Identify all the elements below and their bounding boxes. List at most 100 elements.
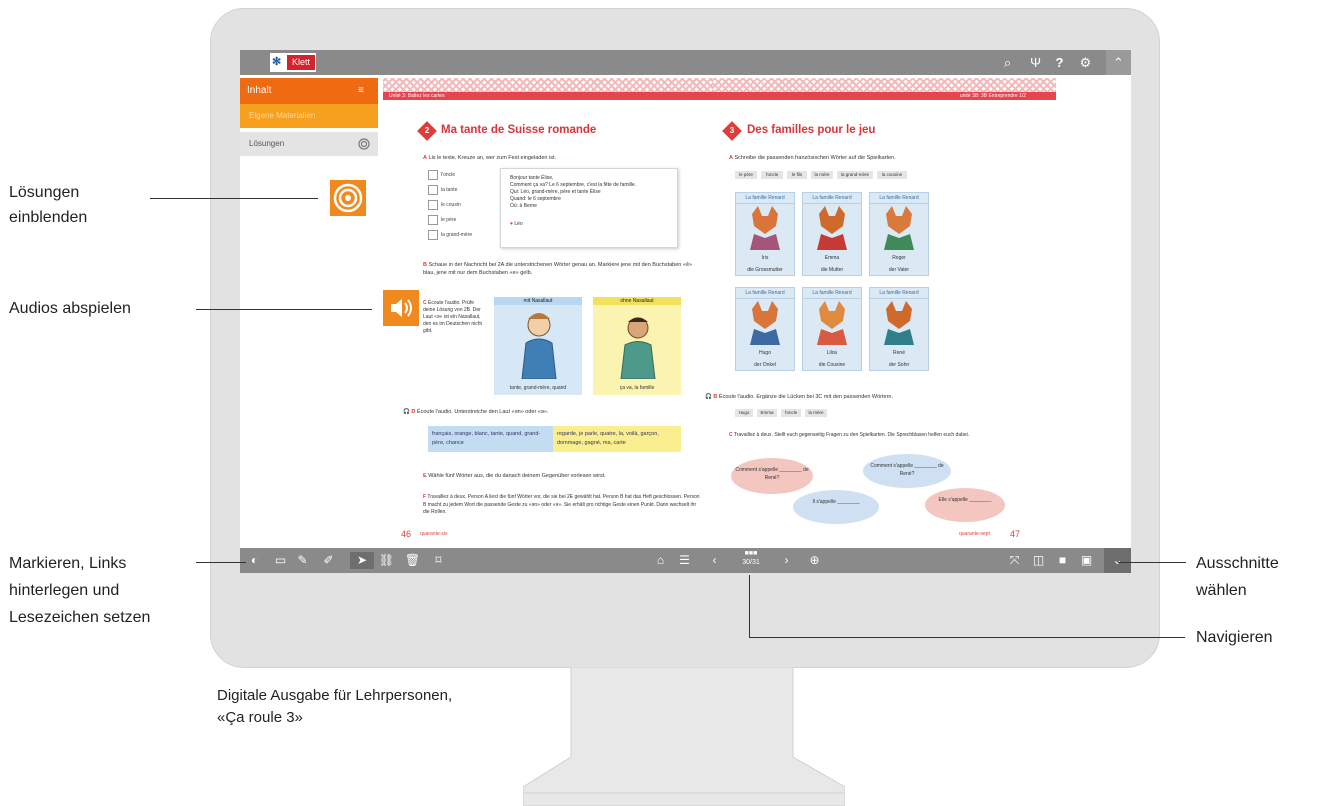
top-toolbar: ✻ Klett ⌕ Ψ ? ⚙ ⌃: [240, 50, 1131, 75]
audio-speaker-icon[interactable]: [383, 290, 419, 326]
caption-line-1: Digitale Ausgabe für Lehrpersonen,: [217, 687, 453, 704]
settings-icon[interactable]: ⚙: [1077, 54, 1094, 71]
word-chip: l'oncle: [761, 171, 783, 179]
klett-wordmark: Klett: [287, 55, 315, 70]
card-name: Emma: [824, 255, 840, 261]
postcard-line: Où: à Berne: [510, 203, 537, 209]
sidebar-item-material[interactable]: Eigene Materialien: [240, 104, 378, 128]
search-icon[interactable]: ⌕: [999, 54, 1016, 71]
card-header: La famille Renard: [736, 288, 794, 299]
audio-track-icon[interactable]: 🎧: [705, 394, 712, 400]
picture-header: ohne Nasallaut: [593, 297, 681, 305]
page-footer-left: quarante-six: [420, 531, 448, 537]
task-text: Schreibe die passenden französischen Wör…: [734, 155, 896, 161]
card-header: La famille Renard: [870, 193, 928, 204]
checkbox[interactable]: [428, 215, 438, 225]
callout-line: [749, 575, 750, 637]
toggle-icon[interactable]: ◐: [246, 552, 263, 569]
task-text: Travaillez à deux. Person A liest die fü…: [423, 494, 700, 515]
loesungen-target-icon[interactable]: [330, 180, 366, 216]
card-role: der Vater: [888, 267, 910, 273]
family-card: La famille Renard René der Sohn: [869, 287, 929, 371]
monitor-stand: [523, 667, 845, 806]
checkbox[interactable]: [428, 230, 438, 240]
postcard-line: Bonjour tante Élise,: [510, 175, 554, 181]
sidebar-item-label: Inhalt: [247, 85, 272, 96]
zoom-icon[interactable]: ⊕: [806, 552, 823, 569]
note-icon[interactable]: ▭: [272, 552, 289, 569]
card-name: Lilou: [826, 350, 838, 356]
menu-icon[interactable]: ≡: [358, 78, 364, 104]
page-header-bar: Unité 3: Battez les cartes: [383, 92, 713, 100]
trash-icon[interactable]: 🗑: [404, 552, 421, 569]
page-number-right: 47: [1010, 529, 1021, 539]
card-role: die Cousine: [818, 362, 846, 368]
card-role: die Grossmutter: [747, 267, 783, 273]
section-badge: 2: [417, 121, 437, 141]
task-c: C Travaillez à deux. Stellt euch gegense…: [729, 432, 970, 438]
fox-illustration: [817, 301, 847, 345]
fox-illustration: [884, 206, 914, 250]
card-role: die Mutter: [820, 267, 844, 273]
card-name: Roger: [892, 255, 906, 261]
word-box-blue: français, orange, blanc, tante, quand, g…: [428, 426, 553, 452]
card-role: der Onkel: [754, 362, 776, 368]
pen-icon[interactable]: ✎: [294, 552, 311, 569]
sidebar-item-inhalt[interactable]: Inhalt ≡: [240, 78, 378, 104]
checkbox[interactable]: [428, 170, 438, 180]
marker-icon[interactable]: ✐: [320, 552, 337, 569]
page-footer-right: quarante-sept: [959, 531, 990, 537]
chevron-down-icon[interactable]: ⌄: [1104, 548, 1131, 573]
callout-ausschnitte: Ausschnitte wählen: [1196, 555, 1279, 599]
boy-illustration: [521, 313, 557, 379]
klett-logo[interactable]: ✻ Klett: [270, 53, 316, 72]
app-screen: ✻ Klett ⌕ Ψ ? ⚙ ⌃ Inhalt ≡ Eigene Materi…: [240, 50, 1131, 573]
section-badge: 3: [722, 121, 742, 141]
chevron-right-icon[interactable]: ›: [778, 552, 795, 569]
checkbox[interactable]: [428, 185, 438, 195]
page-header-bar: unité 3B: 3B Entreprendre 1/2: [713, 92, 1056, 100]
grid-icon: ■■■: [744, 550, 758, 557]
book-page-left: Unité 3: Battez les cartes 2 Ma tante de…: [383, 78, 713, 543]
task-f: F Travaillez à deux. Person A liest die …: [423, 494, 700, 515]
page-number-left: 46: [401, 529, 412, 539]
page-header-pattern: [713, 78, 1056, 92]
callout-line: [749, 637, 1185, 638]
boy-illustration: [620, 317, 656, 379]
task-a: A Schreibe die passenden französischen W…: [729, 155, 896, 161]
chevron-left-icon[interactable]: ‹: [706, 552, 723, 569]
task-c: C Écoute l'audio. Prüfe deine Lösung von…: [423, 300, 482, 334]
fit-icon[interactable]: ⤧: [1006, 552, 1023, 569]
target-icon[interactable]: [358, 138, 370, 150]
section-title: Ma tante de Suisse romande: [441, 124, 597, 136]
sidebar-item-loesungen[interactable]: Lösungen: [240, 132, 378, 156]
double-page-icon[interactable]: ◫: [1030, 552, 1047, 569]
single-page-icon[interactable]: ■: [1054, 552, 1071, 569]
section-icon[interactable]: ▣: [1078, 552, 1095, 569]
page-grid-button[interactable]: ■■■ 30/31: [740, 550, 762, 571]
speech-bubble: Il s'appelle ________: [793, 490, 879, 524]
word-chip: Hugo: [735, 409, 753, 417]
picture-header: mit Nasallaut: [494, 297, 582, 305]
page-indicator: 30/31: [742, 559, 760, 566]
callout-audios: Audios abspielen: [9, 300, 131, 317]
home-icon[interactable]: ⌂: [652, 552, 669, 569]
callout-line: [196, 562, 246, 563]
pointer-icon[interactable]: ➤: [350, 552, 374, 569]
postcard-line: Léo: [514, 221, 523, 227]
task-text: Wähle fünf Wörter aus, die du danach dei…: [428, 473, 606, 479]
help-icon[interactable]: ?: [1051, 54, 1068, 71]
audio-track-icon[interactable]: 🎧: [403, 409, 410, 415]
chevron-up-icon[interactable]: ⌃: [1106, 50, 1131, 75]
list-icon[interactable]: ☰: [676, 552, 693, 569]
card-header: La famille Renard: [870, 288, 928, 299]
checkbox-label: le cousin: [441, 202, 461, 208]
callout-line: [196, 309, 372, 310]
link-icon[interactable]: ⛓: [378, 552, 395, 569]
family-card: La famille Renard Iris die Grossmutter: [735, 192, 795, 276]
bookmark-icon[interactable]: ⌑: [430, 552, 447, 569]
tuning-fork-icon[interactable]: Ψ: [1027, 54, 1044, 71]
checkbox[interactable]: [428, 200, 438, 210]
postcard-line: Comment ça va? Le 6 septembre, c'est la …: [510, 182, 637, 188]
word-chip: la mère: [811, 171, 833, 179]
